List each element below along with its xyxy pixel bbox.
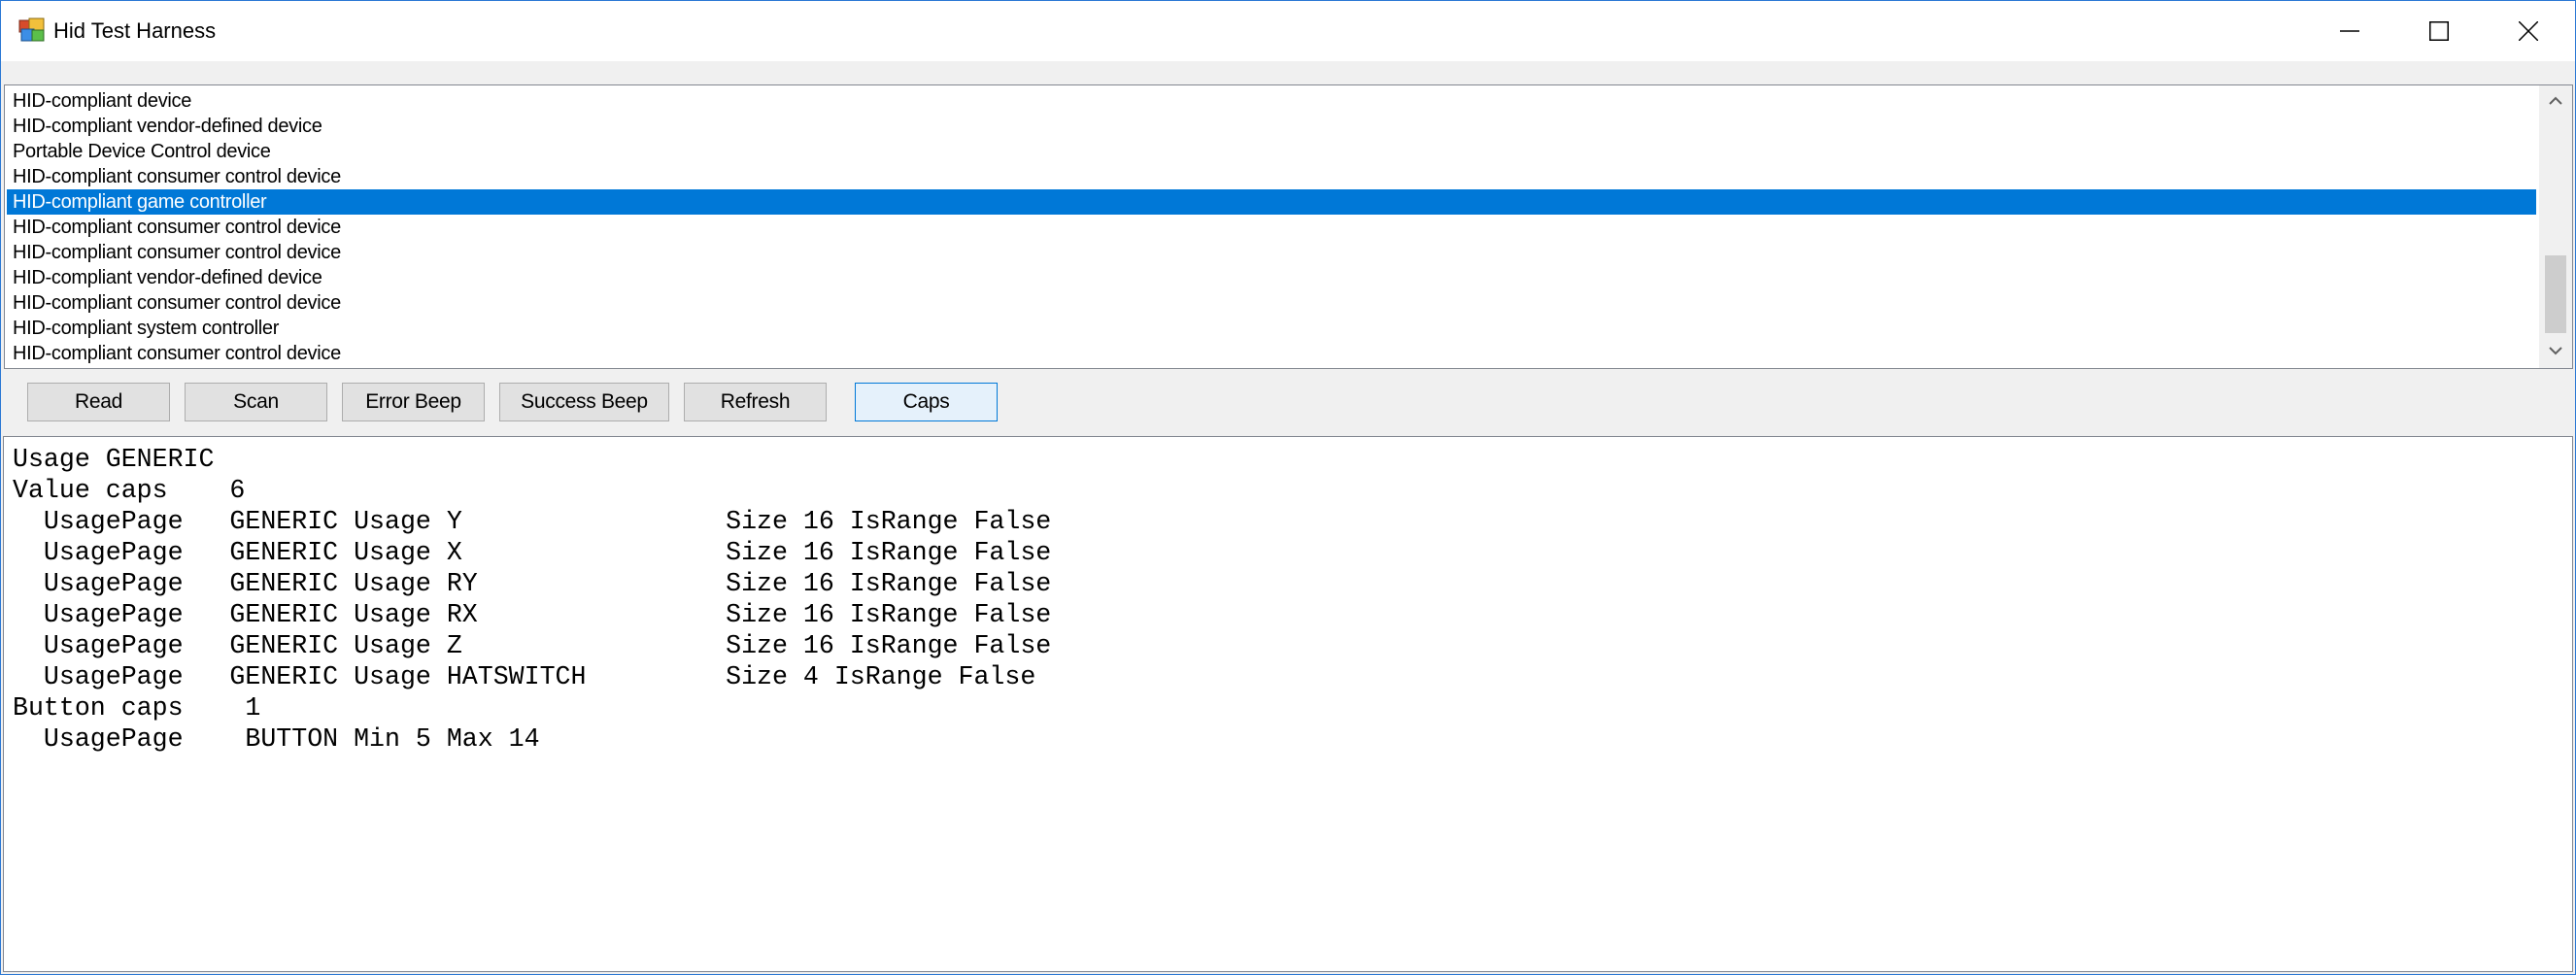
refresh-button[interactable]: Refresh [684,383,827,421]
scan-button[interactable]: Scan [185,383,327,421]
list-item[interactable]: HID-compliant consumer control device [7,215,2536,240]
output-line: UsagePage GENERIC Usage Z Size 16 IsRang… [13,631,1052,660]
output-line: UsagePage GENERIC Usage RY Size 16 IsRan… [13,569,1052,598]
device-list-items: HID-compliant device HID-compliant vendor… [7,88,2536,366]
list-item[interactable]: HID-compliant system controller [7,316,2536,341]
device-list[interactable]: HID-compliant device HID-compliant vendor… [4,84,2573,369]
chevron-up-icon [2549,96,2562,105]
list-item[interactable]: Portable Device Control device [7,139,2536,164]
caps-button[interactable]: Caps [855,383,998,421]
output-line: UsagePage BUTTON Min 5 Max 14 [13,724,540,754]
output-line: UsagePage GENERIC Usage RX Size 16 IsRan… [13,600,1052,629]
minimize-icon [2340,30,2359,32]
title-bar[interactable]: Hid Test Harness [1,1,2575,61]
output-textbox[interactable]: Usage GENERIC Value caps 6 UsagePage GEN… [3,436,2573,972]
scroll-down-button[interactable] [2539,335,2572,368]
maximize-icon [2429,21,2449,41]
output-line: Button caps 1 [13,693,261,723]
output-line: UsagePage GENERIC Usage Y Size 16 IsRang… [13,507,1052,536]
list-item[interactable]: HID-compliant consumer control device [7,290,2536,316]
output-text: Usage GENERIC Value caps 6 UsagePage GEN… [13,444,1051,755]
scroll-up-button[interactable] [2539,85,2572,118]
window-title: Hid Test Harness [53,18,217,43]
close-icon [2519,21,2538,41]
list-item[interactable]: HID-compliant consumer control device [7,164,2536,189]
output-line: Usage GENERIC [13,445,215,474]
chevron-down-icon [2549,347,2562,355]
close-button[interactable] [2484,1,2573,61]
list-item[interactable]: HID-compliant consumer control device [7,240,2536,265]
output-line: UsagePage GENERIC Usage HATSWITCH Size 4… [13,662,1036,691]
error-beep-button[interactable]: Error Beep [342,383,485,421]
app-icon [18,17,46,43]
main-window: Hid Test Harness HID-compliant device HID… [0,0,2576,975]
list-item[interactable]: HID-compliant device [7,88,2536,114]
list-item[interactable]: HID-compliant consumer control device [7,341,2536,366]
list-item[interactable]: HID-compliant vendor-defined device [7,114,2536,139]
success-beep-button[interactable]: Success Beep [499,383,669,421]
minimize-button[interactable] [2305,1,2394,61]
list-item[interactable]: HID-compliant vendor-defined device [7,265,2536,290]
maximize-button[interactable] [2394,1,2484,61]
output-line: Value caps 6 [13,476,246,505]
scroll-thumb[interactable] [2545,255,2566,333]
device-list-scrollbar[interactable] [2539,85,2572,368]
list-item-selected[interactable]: HID-compliant game controller [7,189,2536,215]
output-line: UsagePage GENERIC Usage X Size 16 IsRang… [13,538,1052,567]
read-button[interactable]: Read [27,383,170,421]
